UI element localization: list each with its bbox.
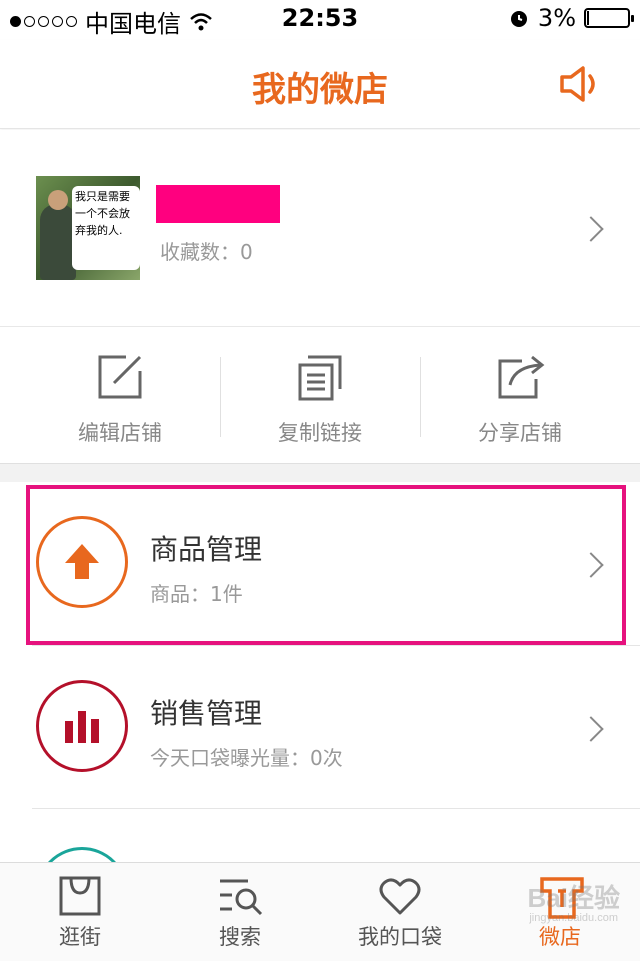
product-management-item[interactable]: 商品管理 商品：1件: [0, 482, 640, 644]
sales-management-title: 销售管理: [150, 697, 263, 730]
chevron-right-icon: [578, 552, 604, 578]
tab-browse[interactable]: 逛街: [0, 863, 160, 961]
favorites-count: 收藏数：0: [160, 240, 253, 264]
shopping-bag-icon: [59, 876, 101, 916]
exposure-count: 今天口袋曝光量：0次: [150, 746, 343, 770]
share-shop-button[interactable]: 分享店铺: [420, 327, 620, 463]
tab-search[interactable]: 搜索: [160, 863, 320, 961]
battery-icon: [584, 8, 634, 28]
watermark-url: jingyan.baidu.com: [529, 912, 618, 924]
watermark: Bai经验: [527, 883, 620, 913]
avatar-caption: 我只是需要一个不会放弃我的人.: [72, 186, 140, 270]
edit-icon: [98, 355, 142, 399]
tab-browse-label: 逛街: [59, 925, 101, 949]
list-item-partial[interactable]: [0, 809, 640, 862]
tab-my-pocket-label: 我的口袋: [358, 925, 442, 949]
share-shop-label: 分享店铺: [478, 421, 562, 445]
section-gap: [0, 464, 640, 482]
shop-name-redacted: [156, 185, 280, 223]
tab-my-pocket[interactable]: 我的口袋: [320, 863, 480, 961]
bar-chart-icon: [36, 680, 128, 772]
product-count: 商品：1件: [150, 582, 243, 606]
tab-search-label: 搜索: [219, 925, 261, 949]
chevron-right-icon: [578, 716, 604, 742]
edit-shop-button[interactable]: 编辑店铺: [20, 327, 220, 463]
page-title: 我的微店: [252, 70, 388, 110]
heart-icon: [379, 878, 421, 915]
share-icon: [498, 355, 545, 399]
product-management-title: 商品管理: [150, 533, 263, 566]
alarm-icon: [510, 11, 527, 27]
copy-link-label: 复制链接: [278, 421, 362, 445]
tab-micro-shop-label: 微店: [539, 925, 581, 949]
search-icon: [220, 879, 263, 916]
edit-shop-label: 编辑店铺: [78, 421, 162, 445]
circle-icon: [36, 847, 128, 862]
speaker-icon[interactable]: [558, 64, 604, 104]
avatar: 我只是需要一个不会放弃我的人.: [36, 176, 140, 280]
shop-actions: 编辑店铺 复制链接 分享店铺: [0, 327, 640, 464]
status-bar: 中国电信 22:53 3%: [0, 0, 640, 40]
shop-profile[interactable]: 我只是需要一个不会放弃我的人. 收藏数：0: [0, 130, 640, 327]
chevron-right-icon: [578, 216, 604, 242]
nav-bar: 我的微店: [0, 40, 640, 129]
battery-percent: 3%: [537, 4, 576, 32]
sales-management-item[interactable]: 销售管理 今天口袋曝光量：0次: [0, 646, 640, 808]
copy-icon: [298, 355, 342, 401]
upload-arrow-icon: [36, 516, 128, 608]
copy-link-button[interactable]: 复制链接: [220, 327, 420, 463]
